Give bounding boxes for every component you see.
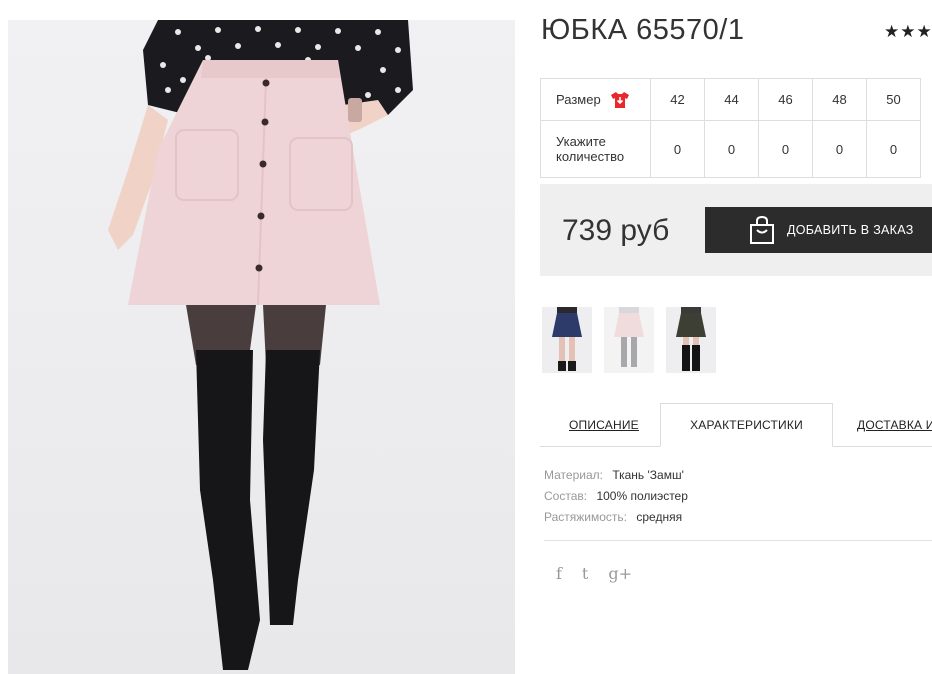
size-option-50[interactable]: 50 xyxy=(866,78,921,121)
thumbnail-dark-green[interactable] xyxy=(666,307,716,373)
add-to-order-button[interactable]: ДОБАВИТЬ В ЗАКАЗ xyxy=(705,207,932,253)
size-label: Размер xyxy=(556,92,601,107)
color-thumbnails xyxy=(542,307,716,373)
size-option-46[interactable]: 46 xyxy=(758,78,813,121)
quantity-input-48[interactable]: 0 xyxy=(812,120,867,178)
quantity-row: Укажите количество 0 0 0 0 0 xyxy=(540,120,921,178)
tab-characteristics-label: ХАРАКТЕРИСТИКИ xyxy=(690,418,803,432)
product-main-image[interactable] xyxy=(8,20,515,674)
spec-row-stretch: Растяжимость: средняя xyxy=(544,507,688,528)
size-option-42[interactable]: 42 xyxy=(650,78,705,121)
quantity-label-line1: Укажите xyxy=(556,134,606,149)
social-share: f t g+ xyxy=(556,564,632,583)
spec-row-composition: Состав: 100% полиэстер xyxy=(544,486,688,507)
spec-row-material: Материал: Ткань 'Замш' xyxy=(544,465,688,486)
quantity-label-line2: количество xyxy=(556,149,625,164)
characteristics-list: Материал: Ткань 'Замш' Состав: 100% поли… xyxy=(544,465,688,528)
add-to-order-label: ДОБАВИТЬ В ЗАКАЗ xyxy=(787,223,914,237)
product-title: ЮБКА 65570/1 xyxy=(541,14,745,46)
size-option-44[interactable]: 44 xyxy=(704,78,759,121)
quantity-input-46[interactable]: 0 xyxy=(758,120,813,178)
product-tabs: ОПИСАНИЕ ХАРАКТЕРИСТИКИ ДОСТАВКА И xyxy=(540,403,932,447)
size-option-48[interactable]: 48 xyxy=(812,78,867,121)
tab-description-label: ОПИСАНИЕ xyxy=(569,418,639,432)
price-panel: 739 руб ДОБАВИТЬ В ЗАКАЗ xyxy=(540,184,932,276)
thumbnail-pink[interactable] xyxy=(604,307,654,373)
tab-delivery[interactable]: ДОСТАВКА И xyxy=(857,403,932,447)
quantity-label-cell: Укажите количество xyxy=(540,120,651,178)
spec-value: Ткань 'Замш' xyxy=(612,468,684,482)
spec-key: Материал: xyxy=(544,468,603,482)
size-row: Размер 42 44 46 48 50 xyxy=(540,78,921,121)
spec-value: 100% полиэстер xyxy=(596,489,688,503)
tab-description[interactable]: ОПИСАНИЕ xyxy=(569,403,639,447)
section-divider xyxy=(544,540,932,541)
price: 739 руб xyxy=(562,214,670,247)
spec-key: Растяжимость: xyxy=(544,510,628,524)
twitter-icon[interactable]: t xyxy=(582,564,588,583)
tshirt-size-guide-icon[interactable] xyxy=(610,91,630,109)
rating-stars[interactable]: ★★★ xyxy=(884,22,932,42)
google-plus-icon[interactable]: g+ xyxy=(608,564,632,583)
quantity-input-42[interactable]: 0 xyxy=(650,120,705,178)
quantity-input-44[interactable]: 0 xyxy=(704,120,759,178)
spec-key: Состав: xyxy=(544,489,588,503)
size-label-cell: Размер xyxy=(540,78,651,121)
facebook-icon[interactable]: f xyxy=(556,564,562,583)
size-table: Размер 42 44 46 48 50 Укажите количество… xyxy=(540,78,921,178)
tab-delivery-label: ДОСТАВКА И xyxy=(857,418,932,432)
shopping-bag-icon xyxy=(750,215,774,244)
thumbnail-navy[interactable] xyxy=(542,307,592,373)
quantity-input-50[interactable]: 0 xyxy=(866,120,921,178)
spec-value: средняя xyxy=(636,510,683,524)
tab-characteristics[interactable]: ХАРАКТЕРИСТИКИ xyxy=(660,403,833,447)
